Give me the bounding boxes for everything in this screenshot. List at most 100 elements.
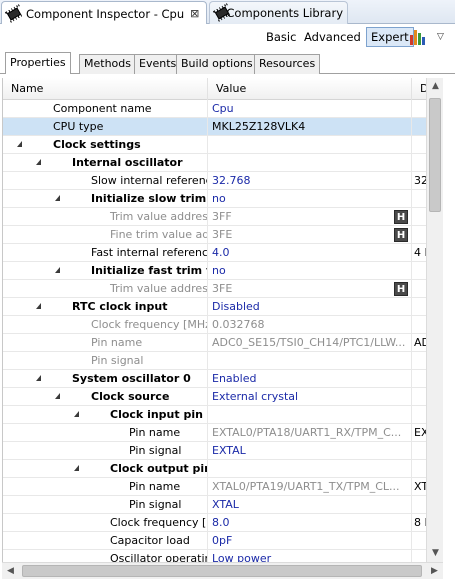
row-value[interactable]: ADC0_SE15/TSI0_CH14/PTC1/LLW... <box>208 334 412 352</box>
row-name: Internal oscillator <box>72 156 183 169</box>
chevron-down-icon[interactable]: ▽ <box>437 32 444 42</box>
expert-mode-button[interactable]: Expert <box>366 27 414 47</box>
row-value-text: 3FF <box>212 210 232 223</box>
row-value[interactable]: 0pF <box>208 532 412 550</box>
expand-triangle-icon[interactable] <box>36 375 41 381</box>
tab-properties[interactable]: Properties <box>5 52 71 74</box>
expand-triangle-icon[interactable] <box>55 393 60 399</box>
tab-build-options[interactable]: Build options <box>176 54 258 74</box>
row-value[interactable]: XTAL0/PTA19/UART1_TX/TPM_CL... <box>208 478 412 496</box>
row-value[interactable]: Low power <box>208 550 412 562</box>
tab-component-inspector[interactable]: Component Inspector - Cpu ⊠ <box>1 1 207 25</box>
row-name: Clock input pin <box>110 408 203 421</box>
row-value[interactable]: 3FE H <box>208 226 412 244</box>
expand-triangle-icon[interactable] <box>55 195 60 201</box>
expand-triangle-icon[interactable] <box>36 303 41 309</box>
table-row[interactable]: Fast internal reference 4.0 4 M <box>3 244 426 262</box>
row-value[interactable]: Enabled <box>208 370 412 388</box>
table-row[interactable]: Clock source External crystal <box>3 388 426 406</box>
row-value[interactable]: MKL25Z128VLK4 <box>208 118 412 136</box>
row-value[interactable] <box>208 154 412 172</box>
table-row[interactable]: Pin signal XTAL <box>3 496 426 514</box>
row-desc <box>412 154 426 172</box>
table-row[interactable]: Capacitor load 0pF <box>3 532 426 550</box>
table-row[interactable]: Fine trim value add 3FE H <box>3 226 426 244</box>
row-value[interactable]: EXTAL0/PTA18/UART1_RX/TPM_C... <box>208 424 412 442</box>
tab-events[interactable]: Events <box>134 54 182 74</box>
table-row[interactable]: Clock input pin <box>3 406 426 424</box>
bar-chart-icon[interactable] <box>410 29 428 45</box>
row-value[interactable]: External crystal <box>208 388 412 406</box>
row-value[interactable]: Cpu <box>208 100 412 118</box>
advanced-mode-button[interactable]: Advanced <box>300 27 365 47</box>
hex-button[interactable]: H <box>394 282 408 296</box>
row-value[interactable]: 32.768 <box>208 172 412 190</box>
close-icon[interactable]: ⊠ <box>190 7 199 20</box>
table-row[interactable]: Pin name XTAL0/PTA19/UART1_TX/TPM_CL... … <box>3 478 426 496</box>
scrollbar-thumb[interactable] <box>429 98 441 212</box>
table-row[interactable]: Component name Cpu <box>3 100 426 118</box>
table-row[interactable]: Trim value address 3FE H <box>3 280 426 298</box>
table-row[interactable]: Initialize fast trim val no <box>3 262 426 280</box>
row-value[interactable] <box>208 352 412 370</box>
chip-icon <box>214 5 230 21</box>
expand-triangle-icon[interactable] <box>74 465 79 471</box>
scroll-down-arrow-icon[interactable]: ▼ <box>427 545 444 562</box>
row-desc <box>412 100 426 118</box>
row-value[interactable] <box>208 136 412 154</box>
expand-triangle-icon[interactable] <box>36 159 41 165</box>
column-header-name[interactable]: Name <box>3 78 208 100</box>
tab-resources[interactable]: Resources <box>254 54 321 74</box>
row-desc <box>412 406 426 424</box>
row-value[interactable]: 0.032768 <box>208 316 412 334</box>
row-value[interactable] <box>208 406 412 424</box>
hex-button[interactable]: H <box>394 228 408 242</box>
table-row[interactable]: Clock frequency [M 8.0 8 M <box>3 514 426 532</box>
table-row[interactable]: Slow internal reference 32.768 32. <box>3 172 426 190</box>
scroll-right-arrow-icon[interactable]: ▶ <box>426 563 443 580</box>
row-value[interactable]: no <box>208 190 412 208</box>
expand-triangle-icon[interactable] <box>74 411 79 417</box>
tab-methods[interactable]: Methods <box>79 54 136 74</box>
row-name: Slow internal reference <box>91 174 208 187</box>
row-value[interactable]: EXTAL <box>208 442 412 460</box>
row-value-text: 3FE <box>212 228 233 241</box>
horizontal-scrollbar[interactable]: ◀ ▶ <box>2 562 443 579</box>
row-value[interactable]: no <box>208 262 412 280</box>
row-value[interactable] <box>208 460 412 478</box>
table-row[interactable]: Pin name ADC0_SE15/TSI0_CH14/PTC1/LLW...… <box>3 334 426 352</box>
table-row[interactable]: Clock output pin <box>3 460 426 478</box>
basic-mode-button[interactable]: Basic <box>262 27 300 47</box>
row-value[interactable]: XTAL <box>208 496 412 514</box>
expand-triangle-icon[interactable] <box>55 267 60 273</box>
table-row[interactable]: Pin name EXTAL0/PTA18/UART1_RX/TPM_C... … <box>3 424 426 442</box>
row-value[interactable]: 4.0 <box>208 244 412 262</box>
table-row[interactable]: Pin signal EXTAL <box>3 442 426 460</box>
table-row[interactable]: CPU type MKL25Z128VLK4 <box>3 118 426 136</box>
scroll-left-arrow-icon[interactable]: ◀ <box>2 563 19 580</box>
column-header-value[interactable]: Value <box>208 78 412 100</box>
row-value[interactable]: 3FE H <box>208 280 412 298</box>
table-row[interactable]: Oscillator operatin Low power <box>3 550 426 562</box>
row-value[interactable]: Disabled <box>208 298 412 316</box>
row-desc <box>412 280 426 298</box>
table-row[interactable]: Clock settings <box>3 136 426 154</box>
tab-components-library[interactable]: Components Library <box>209 1 348 24</box>
table-row[interactable]: Pin signal <box>3 352 426 370</box>
row-desc <box>412 352 426 370</box>
table-row[interactable]: Clock frequency [MHz 0.032768 <box>3 316 426 334</box>
vertical-scrollbar[interactable]: ▲ ▼ <box>426 78 443 562</box>
table-row[interactable]: RTC clock input Disabled <box>3 298 426 316</box>
table-row[interactable]: Trim value address 3FF H <box>3 208 426 226</box>
table-row[interactable]: Initialize slow trim va no <box>3 190 426 208</box>
row-desc <box>412 226 426 244</box>
column-header-description[interactable]: De <box>412 78 426 100</box>
scroll-up-arrow-icon[interactable]: ▲ <box>427 78 444 95</box>
expand-triangle-icon[interactable] <box>17 141 22 147</box>
scrollbar-thumb[interactable] <box>22 565 422 577</box>
table-row[interactable]: System oscillator 0 Enabled <box>3 370 426 388</box>
row-value[interactable]: 3FF H <box>208 208 412 226</box>
row-value[interactable]: 8.0 <box>208 514 412 532</box>
table-row[interactable]: Internal oscillator <box>3 154 426 172</box>
hex-button[interactable]: H <box>394 210 408 224</box>
